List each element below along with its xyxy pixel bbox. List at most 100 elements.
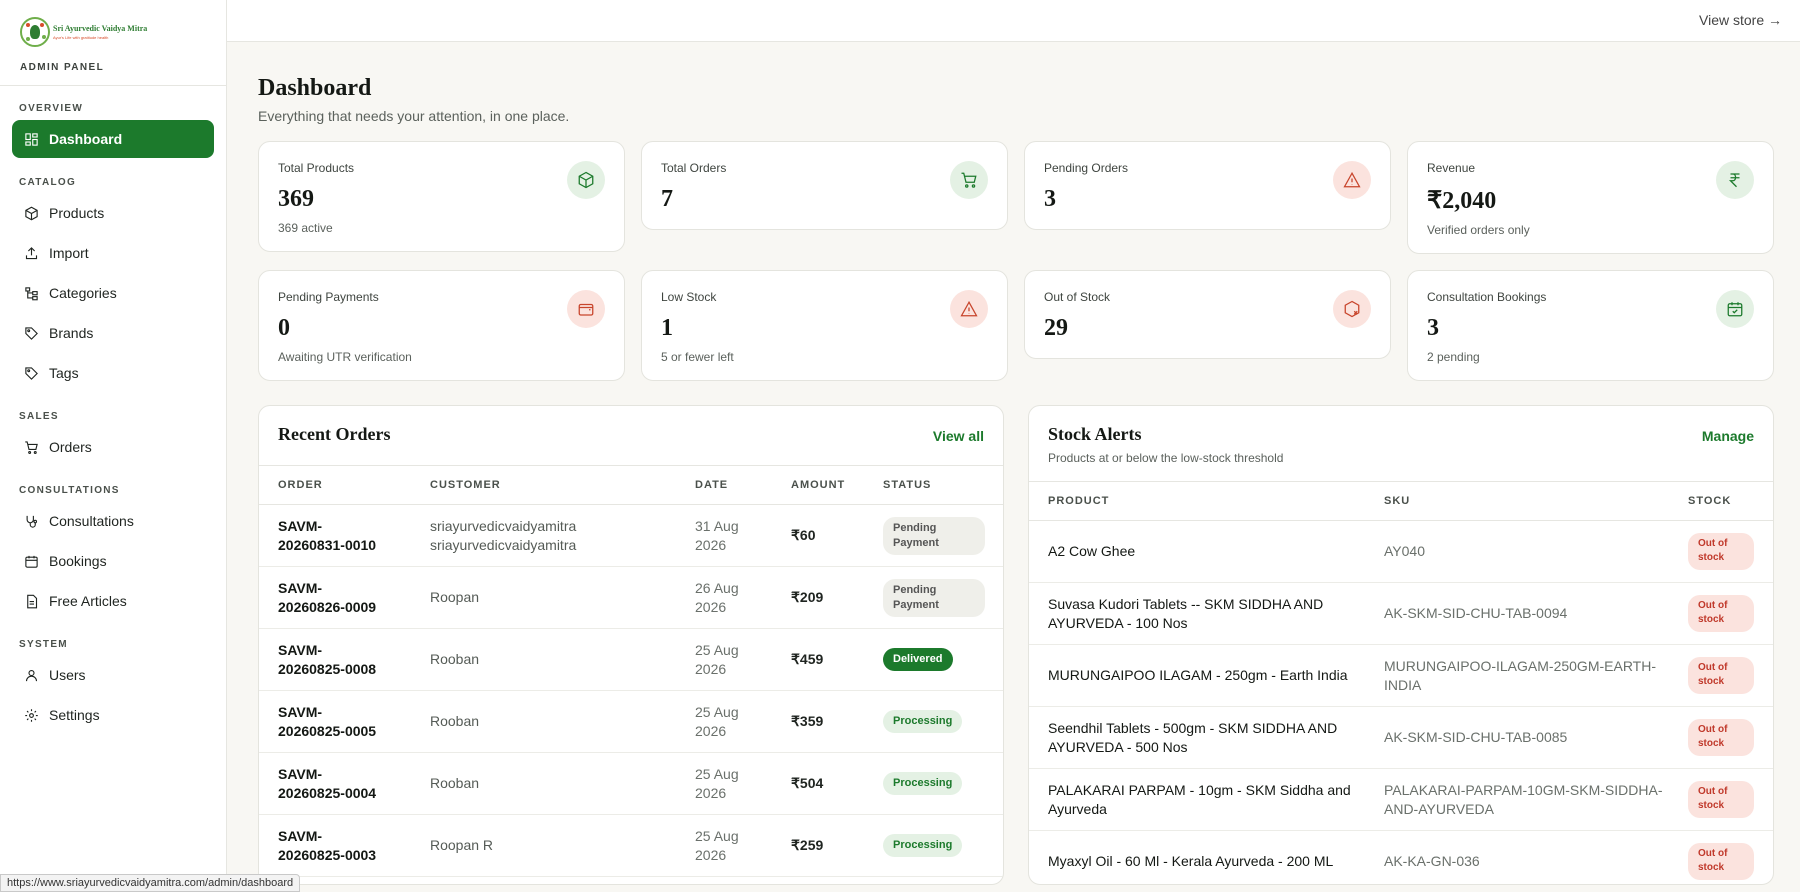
order-id[interactable]: SAVM- 20260825-0008 bbox=[259, 628, 411, 691]
table-row[interactable]: SAVM- 20260825-0003 Roopan R 25 Aug 2026 ₹… bbox=[259, 814, 1003, 877]
stat-value: 3 bbox=[1044, 186, 1056, 212]
status-badge: Processing bbox=[883, 772, 963, 795]
cart-icon bbox=[23, 439, 39, 455]
stats-grid: Total Products 369 369 active Total Orde… bbox=[258, 141, 1774, 381]
sidebar-item-brands[interactable]: Brands bbox=[12, 314, 214, 352]
sidebar-item-import[interactable]: Import bbox=[12, 234, 214, 272]
column-header-product[interactable]: PRODUCT bbox=[1029, 481, 1365, 521]
stock-badge: Out of stock bbox=[1688, 719, 1754, 756]
sidebar-item-consultations[interactable]: Consultations bbox=[12, 502, 214, 540]
stat-label: Revenue bbox=[1427, 161, 1476, 175]
table-row[interactable]: MURUNGAIPOO ILAGAM - 250gm - Earth India… bbox=[1029, 644, 1773, 707]
order-date: 25 Aug 2026 bbox=[676, 690, 772, 753]
box-x-icon bbox=[1333, 290, 1371, 328]
order-customer: Rooban bbox=[411, 628, 676, 691]
order-customer: Rooban bbox=[411, 752, 676, 815]
sidebar-item-label: Consultations bbox=[49, 513, 134, 529]
order-id[interactable]: SAVM- 20260826-0009 bbox=[259, 566, 411, 629]
user-icon bbox=[23, 667, 39, 683]
table-header-row: ORDER CUSTOMER DATE AMOUNT STATUS bbox=[259, 465, 1003, 505]
order-id[interactable]: SAVM- 20260825-0004 bbox=[259, 752, 411, 815]
table-row[interactable]: Seendhil Tablets - 500gm - SKM SIDDHA AN… bbox=[1029, 706, 1773, 769]
stat-value: 0 bbox=[278, 315, 290, 341]
manage-link[interactable]: Manage bbox=[1702, 428, 1754, 444]
order-amount: ₹259 bbox=[772, 814, 864, 877]
stat-card-out-of-stock[interactable]: Out of Stock 29 bbox=[1024, 270, 1391, 359]
column-header-sku[interactable]: SKU bbox=[1365, 481, 1669, 521]
stat-card-low-stock[interactable]: Low Stock 1 5 or fewer left bbox=[641, 270, 1008, 381]
sidebar-item-label: Categories bbox=[49, 285, 117, 301]
gear-icon bbox=[23, 707, 39, 723]
sidebar-item-products[interactable]: Products bbox=[12, 194, 214, 232]
sidebar-item-settings[interactable]: Settings bbox=[12, 696, 214, 734]
stat-card-revenue[interactable]: Revenue ₹2,040 Verified orders only bbox=[1407, 141, 1774, 254]
column-header-customer[interactable]: CUSTOMER bbox=[411, 465, 676, 505]
table-row[interactable]: PALAKARAI PARPAM - 10gm - SKM Siddha and… bbox=[1029, 768, 1773, 831]
nav-section-overview: OVERVIEW bbox=[19, 103, 84, 114]
nav-section-sales: SALES bbox=[19, 411, 59, 422]
product-name[interactable]: PALAKARAI PARPAM - 10gm - SKM Siddha and… bbox=[1029, 768, 1365, 831]
order-id[interactable]: SAVM- 20260831-0010 bbox=[259, 504, 411, 567]
stock-alerts-table: PRODUCT SKU STOCK A2 Cow Ghee AY040 Out … bbox=[1029, 481, 1773, 884]
product-name[interactable]: Suvasa Kudori Tablets -- SKM SIDDHA AND … bbox=[1029, 582, 1365, 645]
dashboard-icon bbox=[23, 131, 39, 147]
stock-badge: Out of stock bbox=[1688, 843, 1754, 880]
sidebar-item-dashboard[interactable]: Dashboard bbox=[12, 120, 214, 158]
product-name[interactable]: MURUNGAIPOO ILAGAM - 250gm - Earth India bbox=[1029, 644, 1365, 707]
order-date: 25 Aug 2026 bbox=[676, 814, 772, 877]
product-name[interactable]: A2 Cow Ghee bbox=[1029, 520, 1365, 583]
column-header-date[interactable]: DATE bbox=[676, 465, 772, 505]
sidebar-item-categories[interactable]: Categories bbox=[12, 274, 214, 312]
sidebar: Sri Ayurvedic Vaidya Mitra Ayur's Life w… bbox=[0, 0, 227, 892]
table-row[interactable]: A2 Cow Ghee AY040 Out of stock bbox=[1029, 520, 1773, 583]
panels: Recent Orders View all ORDER CUSTOMER DA… bbox=[258, 405, 1774, 885]
stat-note: 369 active bbox=[278, 221, 333, 235]
table-row[interactable]: Suvasa Kudori Tablets -- SKM SIDDHA AND … bbox=[1029, 582, 1773, 645]
view-all-link[interactable]: View all bbox=[933, 428, 984, 444]
status-badge: Pending Payment bbox=[883, 578, 985, 617]
table-row[interactable]: SAVM- 20260825-0008 Rooban 25 Aug 2026 ₹45… bbox=[259, 628, 1003, 691]
sidebar-item-label: Brands bbox=[49, 325, 94, 341]
table-row[interactable]: Myaxyl Oil - 60 Ml - Kerala Ayurveda - 2… bbox=[1029, 830, 1773, 884]
stat-card-consultation-bookings[interactable]: Consultation Bookings 3 2 pending bbox=[1407, 270, 1774, 381]
document-icon bbox=[23, 593, 39, 609]
table-row[interactable]: SAVM- 20260825-0005 Rooban 25 Aug 2026 ₹35… bbox=[259, 690, 1003, 753]
column-header-status[interactable]: STATUS bbox=[864, 465, 1003, 505]
product-name[interactable]: Myaxyl Oil - 60 Ml - Kerala Ayurveda - 2… bbox=[1029, 830, 1365, 884]
logo-name: Sri Ayurvedic Vaidya Mitra bbox=[53, 24, 148, 33]
sidebar-item-label: Dashboard bbox=[49, 131, 123, 147]
stock-alerts-subtitle: Products at or below the low-stock thres… bbox=[1048, 451, 1284, 465]
sidebar-item-free-articles[interactable]: Free Articles bbox=[12, 582, 214, 620]
stat-card-total-products[interactable]: Total Products 369 369 active bbox=[258, 141, 625, 252]
logo[interactable]: Sri Ayurvedic Vaidya Mitra Ayur's Life w… bbox=[20, 16, 226, 48]
sidebar-item-bookings[interactable]: Bookings bbox=[12, 542, 214, 580]
rupee-icon bbox=[1716, 161, 1754, 199]
column-header-stock[interactable]: STOCK bbox=[1669, 481, 1773, 521]
order-id[interactable]: SAVM- 20260825-0003 bbox=[259, 814, 411, 877]
stat-value: 1 bbox=[661, 315, 673, 341]
order-id[interactable]: SAVM- 20260825-0005 bbox=[259, 690, 411, 753]
product-sku: PALAKARAI-PARPAM-10GM-SKM-SIDDHA-AND-AYU… bbox=[1365, 768, 1669, 831]
order-customer: sriayurvedicvaidyamitra sriayurvedicvaidy… bbox=[411, 504, 676, 567]
sidebar-item-orders[interactable]: Orders bbox=[12, 428, 214, 466]
product-name[interactable]: Seendhil Tablets - 500gm - SKM SIDDHA AN… bbox=[1029, 706, 1365, 769]
upload-icon bbox=[23, 245, 39, 261]
column-header-order[interactable]: ORDER bbox=[259, 465, 411, 505]
sidebar-item-users[interactable]: Users bbox=[12, 656, 214, 694]
view-store-link[interactable]: View store → bbox=[1699, 12, 1782, 28]
stat-card-total-orders[interactable]: Total Orders 7 bbox=[641, 141, 1008, 230]
stat-card-pending-orders[interactable]: Pending Orders 3 bbox=[1024, 141, 1391, 230]
table-row[interactable]: SAVM- 20260831-0010 sriayurvedicvaidyamit… bbox=[259, 504, 1003, 567]
logo-mark-icon bbox=[20, 17, 50, 47]
box-icon bbox=[567, 161, 605, 199]
status-badge: Processing bbox=[883, 834, 963, 857]
order-amount: ₹60 bbox=[772, 504, 864, 567]
column-header-amount[interactable]: AMOUNT bbox=[772, 465, 864, 505]
recent-orders-table: ORDER CUSTOMER DATE AMOUNT STATUS SAVM- 2… bbox=[259, 465, 1003, 877]
stat-card-pending-payments[interactable]: Pending Payments 0 Awaiting UTR verifica… bbox=[258, 270, 625, 381]
table-row[interactable]: SAVM- 20260825-0004 Rooban 25 Aug 2026 ₹50… bbox=[259, 752, 1003, 815]
stock-alerts-panel: Stock Alerts Products at or below the lo… bbox=[1028, 405, 1774, 885]
tag-icon bbox=[23, 325, 39, 341]
table-row[interactable]: SAVM- 20260826-0009 Roopan 26 Aug 2026 ₹20… bbox=[259, 566, 1003, 629]
sidebar-item-tags[interactable]: Tags bbox=[12, 354, 214, 392]
